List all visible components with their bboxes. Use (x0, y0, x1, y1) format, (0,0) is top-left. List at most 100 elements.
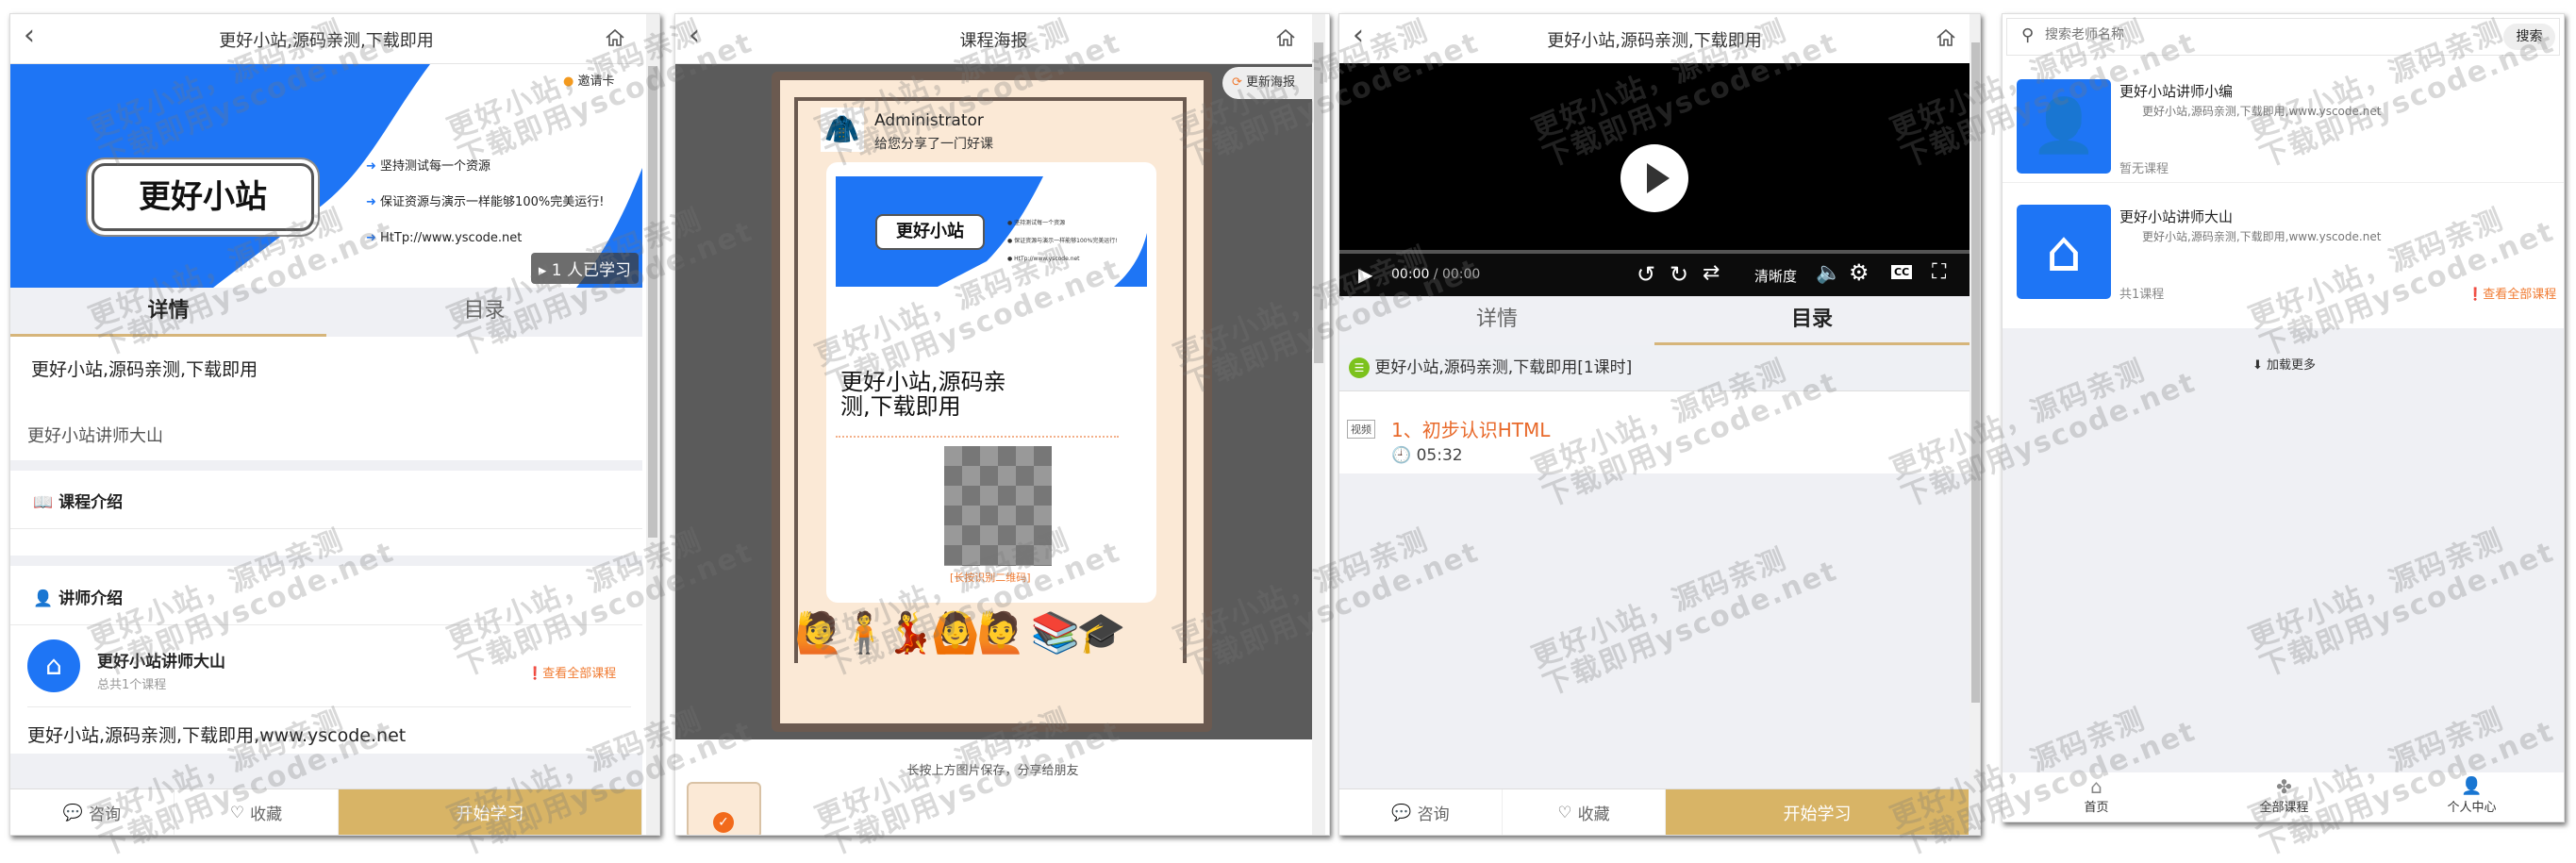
clover-icon: ✤ (2276, 775, 2292, 798)
teacher-desc: 更好小站,源码亲测,下载即用,www.yscode.net (2142, 105, 2382, 118)
nav-all-courses[interactable]: ✤ 全部课程 (2190, 772, 2378, 822)
page-title: 更好小站,源码亲测,下载即用 (1547, 31, 1762, 51)
chat-icon: 💬 (62, 803, 84, 822)
bottom-action-bar: 💬 咨询 ♡ 收藏 开始学习 (10, 788, 642, 835)
teacher-avatar-house-icon: ⌂ (2017, 205, 2111, 299)
favorite-button[interactable]: ♡ 收藏 (1503, 789, 1666, 835)
lesson-type-badge: 视频 (1347, 420, 1375, 439)
lesson-title: 1、初步认识HTML (1391, 419, 1551, 441)
course-intro-heading: 📖 课程介绍 (33, 489, 123, 512)
forward-icon[interactable]: ↻ (1670, 261, 1688, 288)
chapter-row[interactable]: ☰ 更好小站,源码亲测,下载即用[1课时] (1339, 345, 1969, 391)
tab-details[interactable]: 详情 (10, 288, 326, 337)
poster-thumbnail[interactable]: ✓ (687, 782, 761, 835)
arrow-icon: ➜ (366, 231, 376, 245)
teacher-card[interactable]: ⌂ 更好小站讲师大山 更好小站,源码亲测,下载即用,www.yscode.net… (2003, 184, 2564, 327)
refresh-icon: ⟳ (1232, 75, 1242, 90)
learners-count: 1 人已学习 (551, 261, 631, 280)
divider (10, 556, 642, 566)
chat-icon: 💬 (1391, 803, 1412, 822)
fullscreen-icon[interactable]: ⛶ (1932, 260, 1946, 284)
scrollbar[interactable] (1969, 14, 1980, 835)
tab-bar: 详情 目录 (10, 288, 642, 337)
arrow-icon: ➜ (366, 195, 376, 209)
start-learning-button[interactable]: 开始学习 (339, 789, 642, 835)
divider (10, 460, 642, 471)
page-title: 更好小站,源码亲测,下载即用 (219, 31, 434, 51)
bullet: 坚持测试每一个资源 (1014, 220, 1066, 226)
favorite-button[interactable]: ♡ 收藏 (175, 789, 339, 835)
consult-button[interactable]: 💬 咨询 (1339, 789, 1503, 835)
bullet: 保证资源与演示一样能够100%完美运行! (1014, 238, 1118, 244)
volume-icon[interactable]: 🔈 (1816, 261, 1841, 285)
label: 全部课程 (2259, 801, 2309, 815)
save-hint: 长按上方图片保存，分享给朋友 (906, 764, 1079, 778)
poster-card: 🧥 Administrator 给您分享了一门好课 更好小站 ● 坚持测试每一个… (772, 72, 1212, 732)
clock-icon: 🕘 (1391, 446, 1412, 465)
label: 收藏 (250, 805, 283, 824)
teacher-name: 更好小站讲师小编 (2119, 83, 2234, 100)
course-catalog-panel: ‹ 更好小站,源码亲测,下载即用 ▶ 00:00 / 00:00 ↺ ↻ ⇄ 清… (1338, 13, 1981, 836)
video-player[interactable]: ▶ 00:00 / 00:00 ↺ ↻ ⇄ 清晰度 🔈 ⚙ CC ⛶ (1339, 63, 1969, 296)
nav-home[interactable]: ⌂ 首页 (2003, 772, 2190, 822)
course-poster-panel: ‹ 课程海报 ⟳ 更新海报 🧥 Administrator 给您分享了一门好课 … (674, 13, 1330, 836)
divider (10, 528, 642, 529)
quality-button[interactable]: 清晰度 (1754, 266, 1797, 286)
teacher-card[interactable]: 👤 更好小站讲师小编 更好小站,源码亲测,下载即用,www.yscode.net… (2003, 60, 2564, 183)
nav-profile[interactable]: 👤 个人中心 (2378, 772, 2564, 822)
scrollbar[interactable] (1312, 14, 1325, 835)
heading-text: 讲师介绍 (58, 589, 124, 608)
teacher-avatar[interactable]: ⌂ (27, 639, 80, 692)
settings-gear-icon[interactable]: ⚙ (1849, 259, 1870, 286)
play-overlay-button[interactable] (1620, 144, 1688, 212)
teacher-name[interactable]: 更好小站讲师大山 (97, 648, 225, 672)
rewind-icon[interactable]: ↺ (1637, 261, 1655, 288)
load-more-button[interactable]: ⬇ 加载更多 (2003, 355, 2564, 373)
scrollbar[interactable] (646, 14, 659, 835)
spacer (10, 754, 642, 788)
view-all-courses-link[interactable]: ❗查看全部课程 (527, 663, 616, 681)
dotted-divider (836, 436, 1119, 438)
check-icon: ✓ (713, 812, 734, 833)
play-icon[interactable]: ▶ (1358, 263, 1372, 286)
teacher-desc: 更好小站,源码亲测,下载即用,www.yscode.net (2142, 230, 2382, 243)
list-footer (2003, 328, 2564, 772)
home-icon: ⌂ (2090, 775, 2102, 798)
start-learning-button[interactable]: 开始学习 (1666, 789, 1969, 835)
teacher-avatar-user-check-icon: 👤 (2017, 79, 2111, 174)
search-input[interactable] (2045, 26, 2460, 41)
share-text: 给您分享了一门好课 (874, 137, 993, 152)
logo-badge: 更好小站 (875, 214, 985, 250)
page-title: 课程海报 (959, 31, 1028, 51)
home-icon[interactable] (1275, 27, 1296, 48)
banner-bullets: ● 坚持测试每一个资源 ● 保证资源与演示一样能够100%完美运行! ● HtT… (1007, 220, 1118, 262)
teacher-name: 更好小站讲师大山 (2119, 208, 2234, 225)
player-controls: ▶ 00:00 / 00:00 ↺ ↻ ⇄ 清晰度 🔈 ⚙ CC ⛶ (1339, 254, 1969, 296)
tab-catalog[interactable]: 目录 (1654, 296, 1969, 345)
teacher-course-count: 暂无课程 (2119, 162, 2169, 176)
qr-code (944, 446, 1052, 566)
bullet: 保证资源与演示一样能够100%完美运行! (380, 195, 605, 209)
divider (10, 624, 642, 625)
view-all-courses-link[interactable]: ❗查看全部课程 (2468, 284, 2556, 302)
consult-button[interactable]: 💬 咨询 (10, 789, 175, 835)
lesson-item[interactable]: 视频 1、初步认识HTML 🕘 05:32 (1339, 391, 1969, 473)
qr-hint: [长按识别二维码] (950, 572, 1031, 584)
bullet: 坚持测试每一个资源 (380, 159, 491, 174)
tab-details[interactable]: 详情 (1339, 296, 1654, 345)
captions-icon[interactable]: CC (1891, 265, 1913, 279)
refresh-poster-button[interactable]: ⟳ 更新海报 (1222, 67, 1312, 99)
loop-icon[interactable]: ⇄ (1703, 261, 1720, 285)
invite-card-button[interactable]: ● 邀请卡 (552, 64, 642, 100)
banner-bullets: ➜ 坚持测试每一个资源 ➜ 保证资源与演示一样能够100%完美运行! ➜ HtT… (366, 149, 604, 257)
home-icon[interactable] (605, 27, 625, 48)
list-icon: ☰ (1349, 357, 1370, 378)
tab-catalog[interactable]: 目录 (326, 288, 642, 337)
label: 咨询 (89, 805, 122, 824)
chapter-title: 更好小站,源码亲测,下载即用[1课时] (1374, 358, 1633, 377)
home-icon[interactable] (1936, 27, 1956, 48)
search-button[interactable]: 搜索 (2503, 24, 2555, 50)
label: 个人中心 (2447, 801, 2497, 815)
save-area (675, 739, 1312, 835)
header: ‹ 更好小站,源码亲测,下载即用 (1339, 14, 1969, 64)
